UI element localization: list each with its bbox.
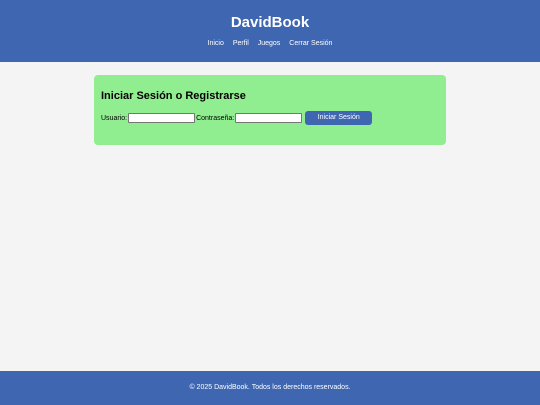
username-input[interactable]: [128, 113, 196, 123]
login-form: Usuario: Contraseña: Iniciar Sesión: [101, 111, 373, 125]
site-title: DavidBook: [230, 14, 310, 31]
nav-link-juegos[interactable]: Juegos: [258, 40, 281, 47]
nav-link-cerrar-sesion[interactable]: Cerrar Sesión: [289, 40, 332, 47]
password-label: Contraseña:: [196, 114, 235, 122]
password-input[interactable]: [235, 113, 303, 123]
nav-link-perfil[interactable]: Perfil: [233, 40, 249, 47]
username-label: Usuario:: [101, 114, 128, 122]
page: DavidBook Inicio Perfil Juegos Cerrar Se…: [0, 0, 540, 405]
login-submit-button[interactable]: Iniciar Sesión: [305, 111, 373, 125]
site-footer: © 2025 DavidBook. Todos los derechos res…: [0, 371, 540, 405]
main-nav: Inicio Perfil Juegos Cerrar Sesión: [0, 39, 540, 48]
site-header: DavidBook Inicio Perfil Juegos Cerrar Se…: [0, 0, 540, 62]
login-title: Iniciar Sesión o Registrarse: [101, 90, 246, 102]
login-card: Iniciar Sesión o Registrarse Usuario: Co…: [94, 75, 446, 145]
footer-copyright: © 2025 DavidBook. Todos los derechos res…: [189, 384, 351, 391]
nav-link-inicio[interactable]: Inicio: [208, 40, 224, 47]
